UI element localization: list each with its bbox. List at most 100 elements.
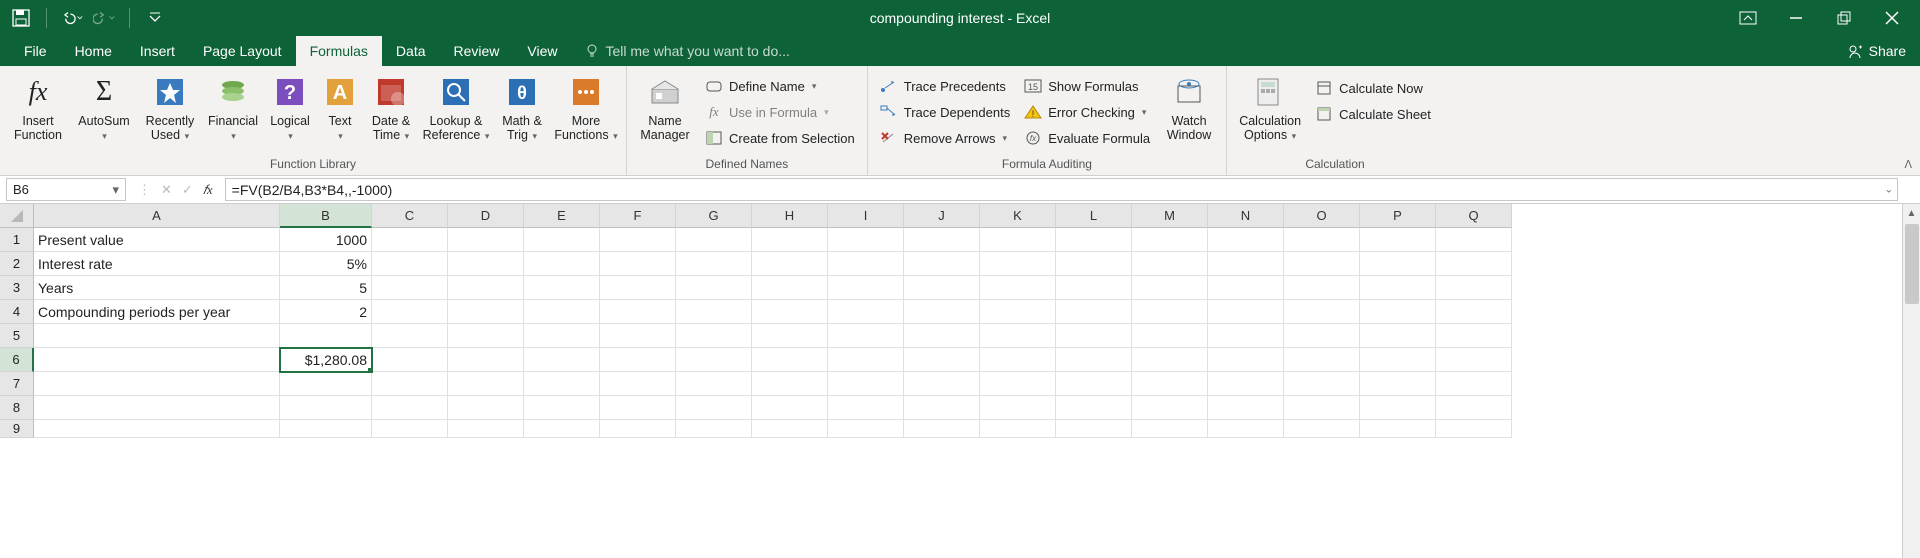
cell-B4[interactable]: 2 — [280, 300, 372, 324]
col-header-K[interactable]: K — [980, 204, 1056, 228]
cell-B6[interactable]: $1,280.08 — [280, 348, 372, 372]
col-header-M[interactable]: M — [1132, 204, 1208, 228]
row-header-9[interactable]: 9 — [0, 420, 34, 438]
cell-A4[interactable]: Compounding periods per year — [34, 300, 280, 324]
row-header-7[interactable]: 7 — [0, 372, 34, 396]
qat-customize-icon[interactable] — [144, 7, 166, 29]
ribbon-display-options-icon[interactable] — [1726, 0, 1770, 36]
scroll-thumb[interactable] — [1905, 224, 1919, 304]
show-formulas-button[interactable]: 15Show Formulas — [1018, 74, 1156, 98]
cell-A7[interactable] — [34, 372, 280, 396]
calculate-now-button[interactable]: Calculate Now — [1309, 76, 1437, 100]
row-header-2[interactable]: 2 — [0, 252, 34, 276]
col-header-P[interactable]: P — [1360, 204, 1436, 228]
scroll-up-icon[interactable]: ▲ — [1903, 204, 1920, 222]
formula-input[interactable]: =FV(B2/B4,B3*B4,,-1000) ⌄ — [225, 178, 1898, 201]
insert-function-fx-icon[interactable]: 𝑓x — [203, 182, 213, 198]
tab-file[interactable]: File — [10, 36, 61, 66]
logical-button[interactable]: ? Logical▾ — [264, 70, 316, 147]
enter-icon[interactable]: ✓ — [182, 182, 193, 198]
cell-B5[interactable] — [280, 324, 372, 348]
cell-B1[interactable]: 1000 — [280, 228, 372, 252]
col-header-B[interactable]: B — [280, 204, 372, 228]
row-header-8[interactable]: 8 — [0, 396, 34, 420]
restore-icon[interactable] — [1822, 0, 1866, 36]
col-header-E[interactable]: E — [524, 204, 600, 228]
cell-A8[interactable] — [34, 396, 280, 420]
cell-B2[interactable]: 5% — [280, 252, 372, 276]
select-all-corner[interactable] — [0, 204, 34, 228]
tab-home[interactable]: Home — [61, 36, 126, 66]
col-header-I[interactable]: I — [828, 204, 904, 228]
name-box[interactable]: B6 ▾ — [6, 178, 126, 201]
vertical-scrollbar[interactable]: ▲ — [1902, 204, 1920, 558]
cell-C1[interactable] — [372, 228, 448, 252]
undo-icon[interactable] — [61, 7, 83, 29]
error-checking-button[interactable]: !Error Checking ▾ — [1018, 100, 1156, 124]
cell-A2[interactable]: Interest rate — [34, 252, 280, 276]
collapse-ribbon-icon[interactable]: ᐱ — [1904, 158, 1912, 171]
cell-B9[interactable] — [280, 420, 372, 438]
col-header-F[interactable]: F — [600, 204, 676, 228]
minimize-icon[interactable] — [1774, 0, 1818, 36]
tab-view[interactable]: View — [513, 36, 571, 66]
insert-function-button[interactable]: fx Insert Function — [6, 70, 70, 147]
cell-A9[interactable] — [34, 420, 280, 438]
tab-page-layout[interactable]: Page Layout — [189, 36, 296, 66]
watch-window-button[interactable]: Watch Window — [1158, 70, 1220, 147]
col-header-N[interactable]: N — [1208, 204, 1284, 228]
row-header-4[interactable]: 4 — [0, 300, 34, 324]
lookup-reference-button[interactable]: Lookup & Reference ▾ — [420, 70, 492, 147]
create-from-selection-button[interactable]: Create from Selection — [699, 126, 861, 150]
col-header-D[interactable]: D — [448, 204, 524, 228]
col-header-J[interactable]: J — [904, 204, 980, 228]
more-functions-button[interactable]: More Functions ▾ — [552, 70, 620, 147]
tab-formulas[interactable]: Formulas — [296, 36, 382, 66]
redo-icon[interactable] — [93, 7, 115, 29]
name-manager-button[interactable]: Name Manager — [633, 70, 697, 147]
row-header-3[interactable]: 3 — [0, 276, 34, 300]
cell-A6[interactable] — [34, 348, 280, 372]
cell-B8[interactable] — [280, 396, 372, 420]
close-icon[interactable] — [1870, 0, 1914, 36]
financial-button[interactable]: Financial▾ — [204, 70, 262, 147]
trace-dependents-button[interactable]: Trace Dependents — [874, 100, 1016, 124]
cell-B7[interactable] — [280, 372, 372, 396]
row-header-1[interactable]: 1 — [0, 228, 34, 252]
cell-grid[interactable]: Present value 1000 Interest rate 5% Year… — [34, 228, 1512, 438]
date-time-button[interactable]: Date & Time ▾ — [364, 70, 418, 147]
recently-used-button[interactable]: Recently Used ▾ — [138, 70, 202, 147]
tab-data[interactable]: Data — [382, 36, 440, 66]
name-box-dropdown-icon[interactable]: ▾ — [112, 182, 119, 198]
col-header-G[interactable]: G — [676, 204, 752, 228]
col-header-C[interactable]: C — [372, 204, 448, 228]
tab-insert[interactable]: Insert — [126, 36, 189, 66]
define-name-button[interactable]: Define Name ▾ — [699, 74, 861, 98]
col-header-H[interactable]: H — [752, 204, 828, 228]
text-button[interactable]: A Text▾ — [318, 70, 362, 147]
remove-arrows-button[interactable]: Remove Arrows ▾ — [874, 126, 1016, 150]
col-header-Q[interactable]: Q — [1436, 204, 1512, 228]
formula-bar-expand-icon[interactable]: ⌄ — [1885, 184, 1893, 195]
row-header-6[interactable]: 6 — [0, 348, 34, 372]
col-header-A[interactable]: A — [34, 204, 280, 228]
math-trig-button[interactable]: θ Math & Trig ▾ — [494, 70, 550, 147]
autosum-button[interactable]: Σ AutoSum▾ — [72, 70, 136, 147]
calculation-options-button[interactable]: Calculation Options ▾ — [1233, 70, 1307, 147]
row-header-5[interactable]: 5 — [0, 324, 34, 348]
cell-A1[interactable]: Present value — [34, 228, 280, 252]
tab-review[interactable]: Review — [440, 36, 514, 66]
col-header-L[interactable]: L — [1056, 204, 1132, 228]
cell-B3[interactable]: 5 — [280, 276, 372, 300]
save-icon[interactable] — [10, 7, 32, 29]
evaluate-formula-button[interactable]: fxEvaluate Formula — [1018, 126, 1156, 150]
use-in-formula-button[interactable]: fxUse in Formula ▾ — [699, 100, 861, 124]
tell-me-search[interactable]: Tell me what you want to do... — [572, 36, 802, 66]
cell-A3[interactable]: Years — [34, 276, 280, 300]
trace-precedents-button[interactable]: Trace Precedents — [874, 74, 1016, 98]
col-header-O[interactable]: O — [1284, 204, 1360, 228]
calculate-sheet-button[interactable]: Calculate Sheet — [1309, 102, 1437, 126]
cell-A5[interactable] — [34, 324, 280, 348]
share-button[interactable]: Share — [1833, 36, 1920, 66]
cancel-icon[interactable]: ✕ — [161, 182, 172, 198]
